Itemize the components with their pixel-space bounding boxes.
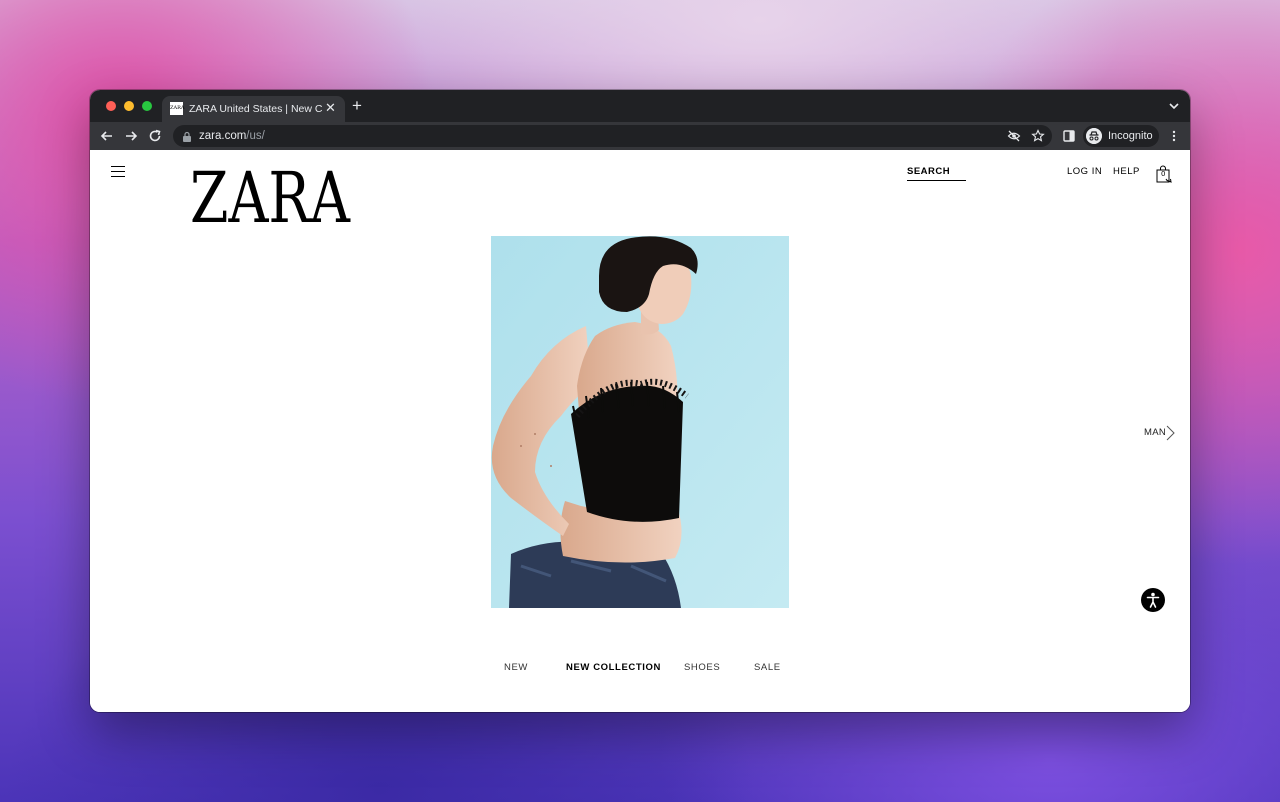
more-menu-icon[interactable]: [1167, 129, 1181, 143]
forward-arrow-icon[interactable]: [124, 129, 138, 143]
active-tab[interactable]: ZARA ZARA United States | New Collection…: [162, 96, 345, 122]
browser-toolbar: zara.com/us/ Incognito: [90, 122, 1190, 150]
tab-close-icon[interactable]: ✕: [325, 100, 336, 116]
help-link[interactable]: HELP: [1113, 166, 1140, 178]
side-panel-icon[interactable]: [1062, 129, 1076, 143]
url-text: zara.com/us/: [199, 128, 265, 144]
zara-logo[interactable]: ZARA: [190, 158, 352, 228]
chevron-right-icon: [1166, 425, 1175, 441]
tab-bar: ZARA ZARA United States | New Collection…: [90, 90, 1190, 122]
url-path: /us/: [246, 130, 265, 142]
reload-icon[interactable]: [148, 129, 162, 143]
accessibility-button[interactable]: [1141, 588, 1165, 612]
zara-favicon-icon: ZARA: [170, 102, 184, 115]
eye-slash-icon[interactable]: [1007, 129, 1021, 143]
bag-count: 0: [1161, 170, 1166, 178]
hero-fashion-image[interactable]: [491, 236, 789, 608]
zoom-window-button[interactable]: [142, 101, 152, 111]
tab-title: ZARA United States | New Collection: [189, 103, 322, 115]
nav-item-sale[interactable]: SALE: [754, 662, 781, 674]
model-illustration: [491, 236, 789, 608]
back-arrow-icon[interactable]: [100, 129, 114, 143]
browser-window: ZARA ZARA United States | New Collection…: [90, 90, 1190, 712]
nav-item-new-collection[interactable]: NEW COLLECTION: [566, 662, 661, 674]
incognito-icon: [1086, 128, 1102, 144]
login-link[interactable]: LOG IN: [1067, 166, 1102, 178]
close-window-button[interactable]: [106, 101, 116, 111]
accessibility-icon: [1146, 592, 1160, 608]
bookmark-star-icon[interactable]: [1031, 129, 1045, 143]
logo-text: ZARA: [190, 158, 351, 228]
menu-hamburger-icon[interactable]: [111, 166, 125, 178]
url-host: zara.com: [199, 130, 247, 142]
man-label: MAN: [1144, 427, 1167, 438]
window-controls: [106, 101, 152, 111]
address-bar[interactable]: zara.com/us/: [173, 125, 1052, 147]
nav-item-shoes[interactable]: SHOES: [684, 662, 720, 674]
profile-label: Incognito: [1108, 130, 1153, 142]
tab-search-chevron-icon[interactable]: [1167, 99, 1181, 113]
web-page: ZARA SEARCH LOG IN HELP 0 MAN NEW NEW CO…: [90, 150, 1190, 712]
bottom-nav: NEW NEW COLLECTION SHOES SALE: [90, 662, 1190, 676]
search-link[interactable]: SEARCH: [907, 166, 966, 181]
shopping-bag-button[interactable]: 0: [1155, 165, 1173, 184]
lock-icon[interactable]: [182, 131, 192, 142]
man-section-link[interactable]: MAN: [1144, 425, 1176, 441]
minimize-window-button[interactable]: [124, 101, 134, 111]
profile-button[interactable]: Incognito: [1083, 125, 1159, 147]
nav-item-new[interactable]: NEW: [504, 662, 528, 674]
new-tab-icon[interactable]: +: [352, 96, 362, 116]
